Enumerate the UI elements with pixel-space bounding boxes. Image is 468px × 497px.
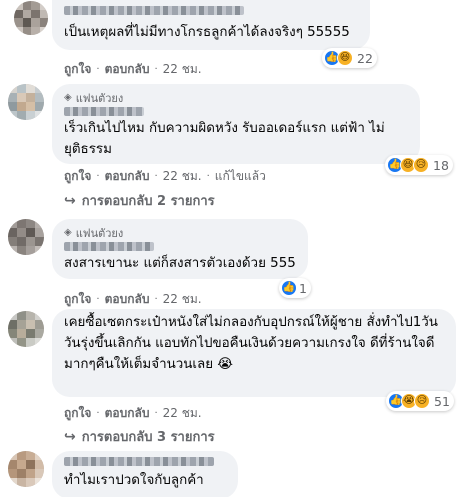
sad-face-icon: 😥: [414, 393, 430, 409]
reply-button[interactable]: ตอบกลับ: [105, 290, 150, 309]
comment-bubble: เป็นเหตุผลที่ไม่มีทางโกรธลูกค้าได้ลงจริง…: [52, 0, 370, 50]
like-button[interactable]: ถูกใจ: [64, 404, 91, 423]
comment-actions: ถูกใจ · ตอบกลับ · 22 ชม.: [64, 290, 202, 309]
thumbs-up-icon: 👍: [281, 280, 297, 296]
separator: ·: [96, 171, 100, 182]
separator: ·: [96, 64, 100, 75]
comment-text: ทำไมเราปวดใจกับลูกค้า: [64, 473, 204, 488]
comment-text: สงสารเขานะ แต่ก็สงสารตัวเองด้วย 555: [64, 256, 296, 271]
diamond-icon: ◈: [64, 227, 72, 238]
reply-button[interactable]: ตอบกลับ: [105, 167, 150, 186]
like-button[interactable]: ถูกใจ: [64, 60, 91, 79]
comment-bubble: เคยซื้อเซตกระเป๋าหนังใส่ไม่กลองกับอุปกรณ…: [52, 309, 456, 397]
separator: ·: [154, 408, 158, 419]
reaction-count: 1: [299, 280, 307, 296]
view-replies-label: การตอบกลับ 3 รายการ: [81, 430, 215, 445]
reply-button[interactable]: ตอบกลับ: [105, 404, 150, 423]
reaction-summary[interactable]: 👍 😆 😥 18: [385, 155, 453, 175]
comment-text: เคยซื้อเซตกระเป๋าหนังใส่ไม่กลองกับอุปกรณ…: [64, 315, 438, 372]
reaction-count: 51: [434, 393, 450, 409]
view-replies-link[interactable]: ↪ การตอบกลับ 3 รายการ: [64, 426, 215, 447]
fan-badge-label: แฟนตัวยง: [75, 91, 124, 105]
redacted-author-name[interactable]: [64, 457, 214, 466]
top-fan-badge[interactable]: ◈ แฟนตัวยง: [64, 225, 296, 241]
separator: ·: [96, 294, 100, 305]
like-button[interactable]: ถูกใจ: [64, 290, 91, 309]
sad-face-icon: 😥: [413, 157, 429, 173]
redacted-author-name[interactable]: [64, 107, 144, 116]
comment-bubble: ◈ แฟนตัวยง เร็วเกินไปไหม กับความผิดหวัง …: [52, 84, 420, 164]
laughing-face-icon: 😆: [337, 50, 353, 66]
comment-text: เร็วเกินไปไหม กับความผิดหวัง รับออเดอร์แ…: [64, 121, 385, 157]
avatar[interactable]: [8, 84, 44, 120]
comment-actions: ถูกใจ · ตอบกลับ · 22 ชม.: [64, 60, 202, 79]
reply-arrow-icon: ↪: [64, 428, 76, 445]
avatar[interactable]: [14, 1, 48, 35]
comment-bubble: ทำไมเราปวดใจกับลูกค้า: [52, 451, 238, 497]
like-button[interactable]: ถูกใจ: [64, 167, 91, 186]
separator: ·: [154, 171, 158, 182]
reply-arrow-icon: ↪: [64, 192, 76, 209]
separator: ·: [206, 171, 210, 182]
separator: ·: [154, 64, 158, 75]
separator: ·: [154, 294, 158, 305]
comment-actions: ถูกใจ · ตอบกลับ · 22 ชม. · แก้ไขแล้ว: [64, 167, 266, 186]
view-replies-link[interactable]: ↪ การตอบกลับ 2 รายการ: [64, 190, 215, 211]
avatar[interactable]: [8, 311, 44, 347]
reaction-count: 18: [433, 157, 449, 173]
timestamp[interactable]: 22 ชม.: [163, 290, 202, 309]
timestamp[interactable]: 22 ชม.: [163, 60, 202, 79]
reaction-summary[interactable]: 👍 😭 😥 51: [386, 391, 454, 411]
comment-text: เป็นเหตุผลที่ไม่มีทางโกรธลูกค้าได้ลงจริง…: [64, 25, 350, 40]
comment-actions: ถูกใจ · ตอบกลับ · 22 ชม.: [64, 404, 202, 423]
comment-bubble: ◈ แฟนตัวยง สงสารเขานะ แต่ก็สงสารตัวเองด้…: [52, 219, 308, 279]
diamond-icon: ◈: [64, 92, 72, 103]
reaction-count: 22: [357, 50, 373, 66]
avatar[interactable]: [8, 219, 44, 255]
timestamp[interactable]: 22 ชม.: [163, 404, 202, 423]
separator: ·: [96, 408, 100, 419]
reply-button[interactable]: ตอบกลับ: [105, 60, 150, 79]
edited-label[interactable]: แก้ไขแล้ว: [215, 167, 266, 186]
top-fan-badge[interactable]: ◈ แฟนตัวยง: [64, 90, 408, 106]
redacted-author-name[interactable]: [64, 242, 154, 251]
avatar[interactable]: [8, 451, 44, 487]
timestamp[interactable]: 22 ชม.: [163, 167, 202, 186]
view-replies-label: การตอบกลับ 2 รายการ: [81, 194, 215, 209]
redacted-author-name[interactable]: [64, 6, 244, 15]
reaction-summary[interactable]: 👍 😆 22: [322, 48, 377, 68]
fan-badge-label: แฟนตัวยง: [75, 226, 124, 240]
reaction-summary[interactable]: 👍 1: [279, 278, 311, 298]
